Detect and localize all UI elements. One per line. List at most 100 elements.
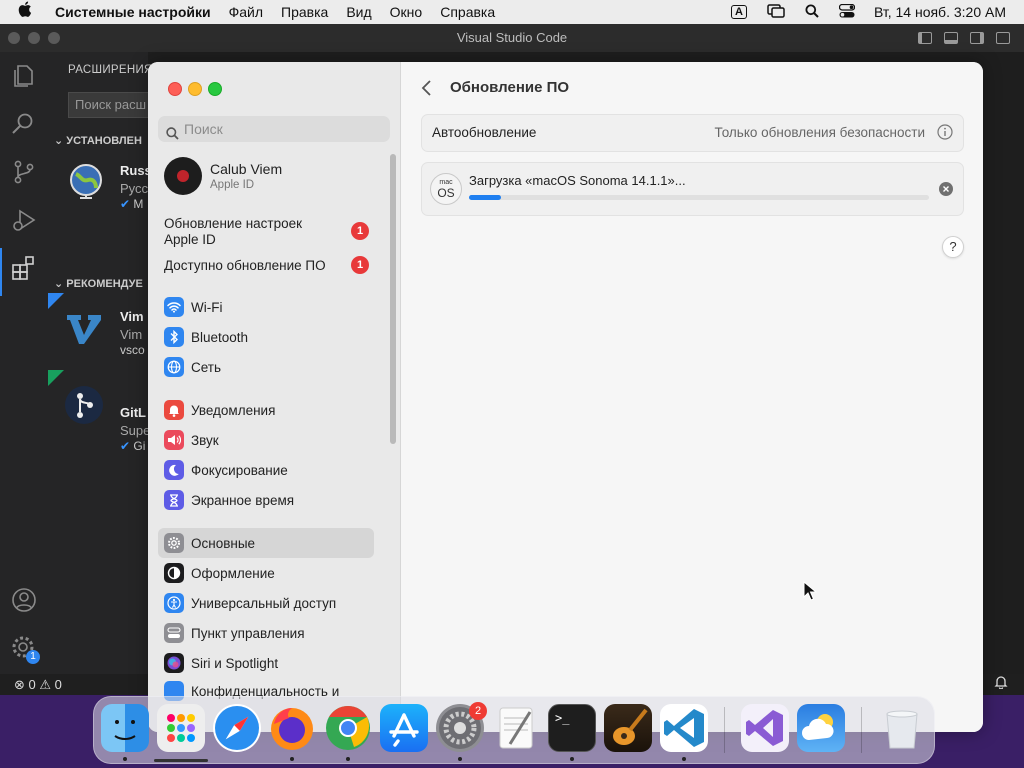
download-label: Загрузка «macOS Sonoma 14.1.1»... [469, 173, 686, 188]
accounts-icon[interactable] [10, 586, 38, 614]
menu-help[interactable]: Справка [431, 0, 504, 24]
software-update-pane: Обновление ПО Автообновление Только обно… [401, 62, 983, 732]
cancel-download-icon[interactable] [939, 182, 953, 196]
toggle-secondary-sidebar-icon[interactable] [970, 32, 984, 44]
toggle-panel-icon[interactable] [944, 32, 958, 44]
wifi-icon [164, 297, 184, 317]
minimize-button[interactable] [188, 82, 202, 96]
mouse-pointer-icon [803, 580, 818, 601]
control-center-icon[interactable] [838, 3, 856, 21]
dock-finder-icon[interactable] [101, 704, 149, 752]
sidebar-item-bluetooth[interactable]: Bluetooth [164, 322, 248, 352]
installed-section-header[interactable]: ⌄ УСТАНОВЛЕН [54, 134, 142, 147]
hourglass-icon [164, 490, 184, 510]
warning-count: 0 [54, 677, 62, 692]
dock-launchpad-icon[interactable] [157, 704, 205, 752]
dock-terminal-icon[interactable]: >_ [548, 704, 596, 752]
help-button[interactable]: ? [942, 236, 964, 258]
dock: 2 >_ [93, 696, 935, 764]
vscode-minimize-button[interactable] [28, 32, 40, 44]
back-chevron-icon[interactable] [419, 78, 435, 98]
dock-weather-icon[interactable] [797, 704, 845, 752]
appearance-icon [164, 563, 184, 583]
download-row: mac OS Загрузка «macOS Sonoma 14.1.1»... [421, 162, 964, 216]
vim-extension-icon [64, 307, 104, 347]
apple-id-alert-label[interactable]: Обновление настроек Apple ID [164, 216, 304, 248]
apple-id-account[interactable]: Calub Viem Apple ID [164, 156, 364, 196]
vim-ext-name[interactable]: Vim [120, 309, 144, 324]
settings-update-badge: 1 [26, 650, 40, 664]
auto-update-row[interactable]: Автообновление Только обновления безопас… [421, 114, 964, 152]
menu-edit[interactable]: Правка [272, 0, 337, 24]
menu-file[interactable]: Файл [220, 0, 272, 24]
vscode-zoom-button[interactable] [48, 32, 60, 44]
installed-header-label: УСТАНОВЛЕН [66, 135, 142, 147]
menu-window[interactable]: Окно [381, 0, 432, 24]
vscode-title: Visual Studio Code [456, 30, 568, 45]
error-count: 0 [28, 677, 36, 692]
menu-clock[interactable]: Вт, 14 нояб. 3:20 AM [865, 0, 1024, 24]
customize-layout-icon[interactable] [996, 32, 1010, 44]
software-update-alert-label[interactable]: Доступно обновление ПО [164, 258, 326, 273]
sidebar-item-general[interactable]: Основные [164, 528, 255, 558]
close-button[interactable] [168, 82, 182, 96]
dock-divider-2 [861, 707, 862, 753]
dock-trash-icon[interactable] [878, 704, 926, 752]
apple-id-alert-badge: 1 [351, 222, 369, 240]
sidebar-item-screen-time[interactable]: Экранное время [164, 485, 294, 515]
menu-view[interactable]: Вид [337, 0, 380, 24]
sidebar-item-appearance[interactable]: Оформление [164, 558, 275, 588]
system-settings-window: Поиск Calub Viem Apple ID Обновление нас… [148, 62, 983, 732]
menu-app-name[interactable]: Системные настройки [46, 0, 220, 24]
dock-firefox-icon[interactable] [268, 704, 316, 752]
gitlens-ext-name[interactable]: GitL [120, 405, 146, 420]
recommended-section-header[interactable]: ⌄ РЕКОМЕНДУЕ [54, 277, 143, 290]
input-source-icon[interactable]: A [731, 5, 747, 19]
dock-divider [724, 707, 725, 753]
dock-chrome-icon[interactable] [324, 704, 372, 752]
extensions-sidebar: РАСШИРЕНИЯ Поиск расш ⌄ УСТАНОВЛЕН Russ … [48, 52, 166, 682]
sidebar-item-siri[interactable]: Siri и Spotlight [164, 648, 278, 678]
bell-icon [164, 400, 184, 420]
dock-visual-studio-icon[interactable] [741, 704, 789, 752]
sidebar-item-label: Siri и Spotlight [191, 655, 279, 671]
dock-garageband-icon[interactable] [604, 704, 652, 752]
account-name: Calub Viem [210, 161, 283, 177]
dock-app-store-icon[interactable] [380, 704, 428, 752]
active-indicator [0, 248, 2, 296]
sidebar-item-accessibility[interactable]: Универсальный доступ [164, 588, 336, 618]
gitlens-ext-publisher: ✔ Gi [120, 439, 145, 453]
sidebar-item-focus[interactable]: Фокусирование [164, 455, 288, 485]
extensions-icon[interactable] [10, 254, 38, 282]
dock-textedit-icon[interactable] [492, 704, 540, 752]
spotlight-search-icon[interactable] [805, 4, 819, 21]
explorer-icon[interactable] [10, 62, 38, 90]
run-debug-icon[interactable] [10, 206, 38, 234]
sidebar-scrollbar[interactable] [390, 154, 396, 444]
accessibility-icon [164, 593, 184, 613]
zoom-button[interactable] [208, 82, 222, 96]
notifications-bell-icon[interactable] [994, 674, 1008, 695]
toggle-primary-sidebar-icon[interactable] [918, 32, 932, 44]
dock-safari-icon[interactable] [213, 704, 261, 752]
sidebar-item-control-center[interactable]: Пункт управления [164, 618, 305, 648]
sidebar-item-label: Универсальный доступ [191, 595, 337, 611]
dock-settings-badge: 2 [469, 702, 487, 720]
sidebar-item-sound[interactable]: Звук [164, 425, 219, 455]
search-icon[interactable] [10, 110, 38, 138]
sidebar-item-notifications[interactable]: Уведомления [164, 395, 275, 425]
recommended-badge-2 [48, 370, 64, 386]
apple-menu-icon[interactable] [0, 0, 46, 24]
screen-mirroring-icon[interactable] [767, 3, 785, 21]
info-icon[interactable] [937, 124, 953, 140]
dock-vscode-icon[interactable] [660, 704, 708, 752]
settings-search-field[interactable]: Поиск [158, 116, 390, 142]
recommended-star-badge [48, 293, 64, 309]
problems-indicator[interactable]: ⊗ 0 ⚠ 0 [14, 674, 62, 695]
sidebar-item-wifi[interactable]: Wi-Fi [164, 292, 222, 322]
sidebar-item-network[interactable]: Сеть [164, 352, 221, 382]
vscode-close-button[interactable] [8, 32, 20, 44]
source-control-icon[interactable] [10, 158, 38, 186]
installed-ext-publisher: ✔ M [120, 197, 143, 211]
gear-icon [164, 533, 184, 553]
